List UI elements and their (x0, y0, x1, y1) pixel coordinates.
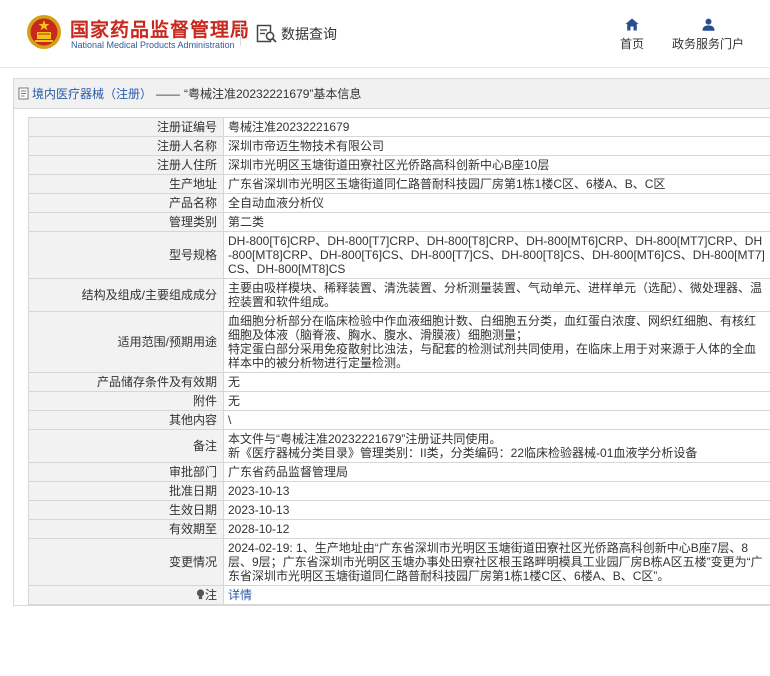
document-icon (18, 87, 29, 100)
details-link[interactable]: 详情 (223, 585, 770, 605)
row-label: 变更情况 (28, 538, 224, 586)
header-divider (240, 22, 241, 46)
row-label: 注册人名称 (28, 136, 224, 156)
row-label: 管理类别 (28, 212, 224, 232)
row-value: 血细胞分析部分在临床检验中作血液细胞计数、白细胞五分类，血红蛋白浓度、网织红细胞… (223, 311, 770, 373)
table-row: 生效日期 2023-10-13 (28, 500, 770, 520)
row-value: 无 (223, 391, 770, 411)
row-value: 全自动血液分析仪 (223, 193, 770, 213)
table-row: 适用范围/预期用途 血细胞分析部分在临床检验中作血液细胞计数、白细胞五分类，血红蛋… (28, 311, 770, 373)
row-label: 批准日期 (28, 481, 224, 501)
org-name-cn[interactable]: 国家药品监督管理局 (70, 15, 250, 42)
row-label: 适用范围/预期用途 (28, 311, 224, 373)
home-icon (625, 18, 639, 31)
row-label: 附件 (28, 391, 224, 411)
row-label: 型号规格 (28, 231, 224, 279)
row-label: 生效日期 (28, 500, 224, 520)
row-label: 注 (28, 585, 224, 605)
row-value: 第二类 (223, 212, 770, 232)
table-row: 其他内容 \ (28, 410, 770, 430)
row-label: 有效期至 (28, 519, 224, 539)
org-name-en[interactable]: National Medical Products Administration (71, 40, 235, 50)
row-value: 主要由吸样模块、稀释装置、清洗装置、分析测量装置、气动单元、进样单元（选配）、微… (223, 278, 770, 312)
row-label: 注册人住所 (28, 155, 224, 175)
row-label: 备注 (28, 429, 224, 463)
row-value: 无 (223, 372, 770, 392)
table-row: 有效期至 2028-10-12 (28, 519, 770, 539)
table-row: 审批部门 广东省药品监督管理局 (28, 462, 770, 482)
table-row: 产品名称 全自动血液分析仪 (28, 193, 770, 213)
nav-gov-portal-label: 政务服务门户 (671, 37, 744, 51)
national-emblem-icon (27, 15, 61, 49)
nav-home-label: 首页 (619, 37, 644, 51)
note-label: 注 (204, 588, 217, 602)
row-label: 注册证编号 (28, 117, 224, 137)
table-row: 变更情况 2024-02-19: 1、生产地址由“广东省深圳市光明区玉塘街道田寮社… (28, 538, 770, 586)
row-value: \ (223, 410, 770, 430)
nav-home[interactable]: 首页 (618, 18, 646, 52)
detail-table: 注册证编号 粤械注准20232221679 注册人名称 深圳市帝迈生物技术有限公司 注册… (28, 117, 770, 605)
row-label: 结构及组成/主要组成成分 (28, 278, 224, 312)
row-label: 其他内容 (28, 410, 224, 430)
site-header: 国家药品监督管理局 National Medical Products Admi… (0, 0, 770, 68)
row-value: 2024-02-19: 1、生产地址由“广东省深圳市光明区玉塘街道田寮社区光侨路… (223, 538, 770, 586)
table-row: 生产地址 广东省深圳市光明区玉塘街道同仁路普耐科技园厂房第1栋1楼C区、6楼A、B… (28, 174, 770, 194)
row-label: 产品储存条件及有效期 (28, 372, 224, 392)
table-row: 批准日期 2023-10-13 (28, 481, 770, 501)
row-value: 2023-10-13 (223, 500, 770, 520)
data-query-link[interactable]: 数据查询 (256, 24, 337, 44)
row-value: 广东省深圳市光明区玉塘街道同仁路普耐科技园厂房第1栋1楼C区、6楼A、B、C区 (223, 174, 770, 194)
breadcrumb-current: “粤械注准20232221679”基本信息 (184, 86, 362, 101)
row-label: 审批部门 (28, 462, 224, 482)
table-row: 产品储存条件及有效期无 (28, 372, 770, 392)
row-value: 深圳市帝迈生物技术有限公司 (223, 136, 770, 156)
table-row: 注册人名称 深圳市帝迈生物技术有限公司 (28, 136, 770, 156)
row-label: 产品名称 (28, 193, 224, 213)
breadcrumb: 境内医疗器械（注册） —— “粤械注准20232221679”基本信息 (14, 79, 770, 109)
table-row: 注册人住所 深圳市光明区玉塘街道田寮社区光侨路高科创新中心B座10层 (28, 155, 770, 175)
table-row: 结构及组成/主要组成成分 主要由吸样模块、稀释装置、清洗装置、分析测量装置、气动单… (28, 278, 770, 312)
row-value: 2023-10-13 (223, 481, 770, 501)
breadcrumb-separator: —— (156, 86, 181, 101)
detail-panel: 境内医疗器械（注册） —— “粤械注准20232221679”基本信息 注册证编… (13, 78, 770, 606)
table-row: 管理类别 第二类 (28, 212, 770, 232)
table-row-note: 注 详情 (28, 585, 770, 605)
table-row: 型号规格 DH-800[T6]CRP、DH-800[T7]CRP、DH-800[T… (28, 231, 770, 279)
user-icon (702, 18, 714, 31)
row-value: 广东省药品监督管理局 (223, 462, 770, 482)
breadcrumb-category[interactable]: 境内医疗器械（注册） (32, 79, 152, 109)
data-query-label: 数据查询 (281, 26, 337, 42)
nav-gov-portal[interactable]: 政务服务门户 (670, 18, 746, 52)
row-value: 本文件与“粤械注准20232221679”注册证共同使用。 新《医疗器械分类目录… (223, 429, 770, 463)
table-row: 注册证编号 粤械注准20232221679 (28, 117, 770, 137)
table-row: 备注 本文件与“粤械注准20232221679”注册证共同使用。 新《医疗器械分类… (28, 429, 770, 463)
table-row: 附件无 (28, 391, 770, 411)
row-value: 粤械注准20232221679 (223, 117, 770, 137)
row-value: DH-800[T6]CRP、DH-800[T7]CRP、DH-800[T8]CR… (223, 231, 770, 279)
row-value: 2028-10-12 (223, 519, 770, 539)
row-label: 生产地址 (28, 174, 224, 194)
data-query-icon (256, 24, 277, 43)
row-value: 深圳市光明区玉塘街道田寮社区光侨路高科创新中心B座10层 (223, 155, 770, 175)
bulb-icon (196, 589, 205, 600)
